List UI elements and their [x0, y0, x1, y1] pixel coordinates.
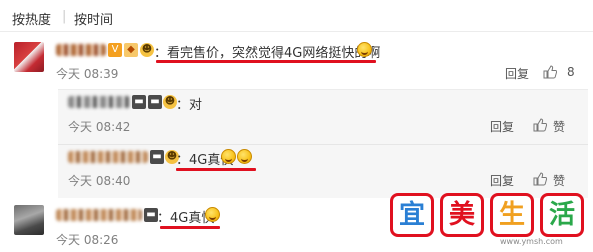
watermark-url: www.ymsh.com: [500, 237, 563, 246]
avatar[interactable]: [14, 42, 44, 72]
sunglasses-badge-icon: ▬: [150, 150, 164, 164]
username-blurred[interactable]: [68, 151, 148, 163]
highlight-underline: [160, 226, 220, 229]
grin-emoji-icon: [357, 42, 372, 57]
sort-bar: 按热度 | 按时间: [0, 0, 593, 32]
avatar[interactable]: [14, 205, 44, 235]
reply-text: ：对: [176, 98, 203, 113]
watermark-char: 美: [440, 193, 484, 237]
cat-face-emoji-icon: [205, 207, 220, 222]
thumbs-up-icon[interactable]: [543, 65, 557, 79]
comment-time: 今天 08:39: [56, 67, 119, 81]
sunglasses-badge-icon: ▬: [148, 95, 162, 109]
highlight-underline: [176, 168, 256, 171]
thumbs-up-icon[interactable]: [533, 172, 547, 186]
username-blurred[interactable]: [56, 44, 106, 56]
vip-badge-icon: V: [108, 43, 122, 57]
sort-by-hot[interactable]: 按热度: [12, 9, 51, 28]
gift-badge-icon: ◆: [124, 43, 138, 57]
watermark-char: 宜: [390, 193, 434, 237]
comment-time: 今天 08:26: [56, 233, 119, 247]
comment-text: ：看完售价，突然觉得4G网络挺快的啊: [154, 46, 381, 61]
username-blurred[interactable]: [56, 209, 142, 221]
reply-button[interactable]: 回复: [490, 172, 514, 189]
sunglasses-face-icon: ☻: [140, 43, 154, 57]
thumbs-up-icon[interactable]: [533, 118, 547, 132]
sunglasses-badge-icon: ▬: [144, 208, 158, 222]
smile-emoji-icon: [237, 149, 252, 164]
username-blurred[interactable]: [68, 96, 130, 108]
reply-time: 今天 08:40: [68, 174, 131, 188]
reply-divider: [58, 144, 588, 145]
sort-separator: |: [62, 9, 67, 24]
face-badge-icon: ☻: [163, 95, 177, 109]
like-button[interactable]: 赞: [553, 172, 565, 189]
highlight-underline: [156, 60, 376, 63]
watermark-logo: 宜 美 生 活 www.ymsh.com: [390, 193, 590, 246]
reply-time: 今天 08:42: [68, 120, 131, 134]
sunglasses-badge-icon: ▬: [132, 95, 146, 109]
watermark-char: 生: [490, 193, 534, 237]
like-count: 8: [567, 65, 575, 79]
reply-button[interactable]: 回复: [490, 118, 514, 135]
smile-emoji-icon: [221, 149, 236, 164]
watermark-char: 活: [540, 193, 584, 237]
reply-button[interactable]: 回复: [505, 65, 529, 82]
like-button[interactable]: 赞: [553, 118, 565, 135]
sort-by-time[interactable]: 按时间: [74, 9, 113, 28]
